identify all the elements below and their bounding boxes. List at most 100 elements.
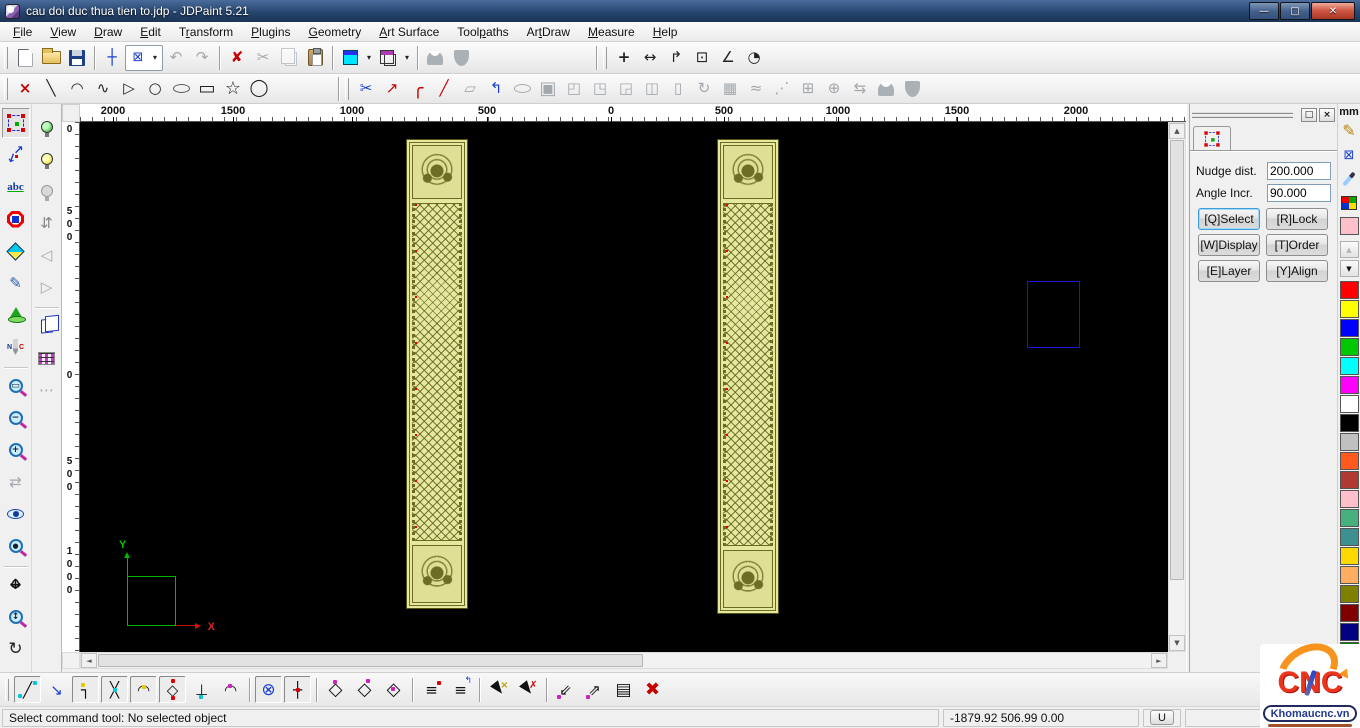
draw-arc-button[interactable]: ◠ bbox=[64, 76, 90, 102]
scroll-up-button[interactable]: ▲ bbox=[1169, 123, 1185, 139]
new-file-button[interactable] bbox=[12, 45, 38, 71]
curve-array-button[interactable]: ≈ bbox=[743, 76, 769, 102]
show-all-toggle[interactable] bbox=[33, 112, 61, 142]
measure-circle-button[interactable]: ◔ bbox=[741, 45, 767, 71]
snap-toolbar-grip[interactable] bbox=[5, 678, 9, 701]
panel-drag-grip[interactable] bbox=[1192, 112, 1293, 118]
hatch-display-button[interactable] bbox=[33, 343, 61, 373]
highlight-toggle[interactable] bbox=[33, 144, 61, 174]
save-file-button[interactable] bbox=[64, 45, 90, 71]
cursor-snap-button[interactable]: × bbox=[485, 676, 512, 703]
zoom-dynamic-tool[interactable]: ↕ bbox=[2, 602, 30, 632]
selection-dropdown-arrow[interactable]: ▾ bbox=[149, 46, 161, 70]
surface-shield-button[interactable] bbox=[448, 45, 474, 71]
shaded-view-dropdown[interactable]: ▾ bbox=[363, 46, 375, 70]
color-swatch[interactable] bbox=[1339, 471, 1359, 489]
redraw-tool[interactable]: ⇄ bbox=[2, 467, 30, 497]
copy-rotate-button[interactable]: ◳ bbox=[587, 76, 613, 102]
snap-tangent-button[interactable]: ◠ bbox=[217, 676, 244, 703]
draw-point-button[interactable]: × bbox=[12, 76, 38, 102]
unit-button[interactable]: U bbox=[1150, 710, 1174, 725]
next-view-button[interactable]: ▷ bbox=[33, 272, 61, 302]
menu-help[interactable]: Help bbox=[644, 23, 687, 41]
menu-view[interactable]: View bbox=[41, 23, 85, 41]
blue-rectangle-object[interactable] bbox=[1027, 281, 1080, 348]
angle-increment-input[interactable] bbox=[1267, 184, 1331, 202]
color-swatch[interactable] bbox=[1339, 547, 1359, 565]
selection-mode-combo[interactable]: ⊠ ▾ bbox=[125, 44, 163, 71]
draw-spline-button[interactable]: ∿ bbox=[90, 76, 116, 102]
zoom-in-tool[interactable]: + bbox=[2, 435, 30, 465]
swap-visibility-button[interactable]: ⇵ bbox=[33, 208, 61, 238]
layers-button[interactable] bbox=[33, 311, 61, 341]
relief-dome-button[interactable] bbox=[873, 76, 899, 102]
mirror-button[interactable]: ◫ bbox=[639, 76, 665, 102]
view-all-tool[interactable] bbox=[2, 499, 30, 529]
menu-plugins[interactable]: Plugins bbox=[242, 23, 299, 41]
ring-button[interactable] bbox=[509, 76, 535, 102]
copy-offset-button[interactable]: ◲ bbox=[613, 76, 639, 102]
menu-draw[interactable]: Draw bbox=[85, 23, 131, 41]
palette-tool[interactable] bbox=[1338, 191, 1360, 215]
open-file-button[interactable] bbox=[38, 45, 64, 71]
color-swatch[interactable] bbox=[1339, 319, 1359, 337]
draw-ellipse-button[interactable] bbox=[168, 76, 194, 102]
nudge-distance-input[interactable] bbox=[1267, 162, 1331, 180]
vertical-scrollbar[interactable]: ▲ ▼ bbox=[1168, 122, 1186, 652]
menu-toolpaths[interactable]: Toolpaths bbox=[448, 23, 517, 41]
snap-grid-button[interactable]: ⊗ bbox=[255, 676, 282, 703]
trim-button[interactable]: ✂ bbox=[353, 76, 379, 102]
snap-arc-button[interactable]: ◠ bbox=[130, 676, 157, 703]
path-array-button[interactable]: ⋰ bbox=[769, 76, 795, 102]
distribute-button[interactable]: ⊕ bbox=[821, 76, 847, 102]
couplet-relief-left[interactable] bbox=[406, 139, 468, 609]
scroll-down-button[interactable]: ▼ bbox=[1169, 635, 1185, 651]
redo-button[interactable]: ↷ bbox=[189, 45, 215, 71]
palette-scroll-down[interactable]: ▼ bbox=[1339, 260, 1359, 277]
text-tool[interactable]: abc bbox=[2, 172, 30, 202]
scroll-left-button[interactable]: ◄ bbox=[81, 653, 97, 668]
snap-face-mid-button[interactable]: ◇ bbox=[380, 676, 407, 703]
color-swatch[interactable] bbox=[1339, 585, 1359, 603]
wireframe-view-button[interactable] bbox=[375, 45, 401, 71]
color-swatch[interactable] bbox=[1339, 528, 1359, 546]
menu-measure[interactable]: Measure bbox=[579, 23, 644, 41]
draw-rectangle-button[interactable]: ▭ bbox=[194, 76, 220, 102]
object-tree-button[interactable]: ⋯ bbox=[33, 375, 61, 405]
menu-art-surface[interactable]: Art Surface bbox=[370, 23, 448, 41]
relief-shield-button[interactable] bbox=[899, 76, 925, 102]
menu-geometry[interactable]: Geometry bbox=[300, 23, 371, 41]
order-button[interactable]: [T]Order bbox=[1266, 234, 1328, 256]
undo-button[interactable]: ↶ bbox=[163, 45, 189, 71]
measure-angle-button[interactable]: ∠ bbox=[715, 45, 741, 71]
minimize-button[interactable]: — bbox=[1249, 2, 1279, 20]
color-swatch[interactable] bbox=[1339, 509, 1359, 527]
horizontal-scroll-thumb[interactable] bbox=[98, 654, 643, 667]
concentric-button[interactable]: ▣ bbox=[535, 76, 561, 102]
color-swatch[interactable] bbox=[1339, 281, 1359, 299]
origin-crosshair-button[interactable]: ┼ bbox=[99, 45, 125, 71]
layer-button[interactable]: [E]Layer bbox=[1198, 260, 1260, 282]
pick-visibility-toggle[interactable] bbox=[33, 176, 61, 206]
snap-point-line-button[interactable]: ⇗ bbox=[581, 676, 608, 703]
color-swatch[interactable] bbox=[1339, 490, 1359, 508]
align-button[interactable]: ⊞ bbox=[795, 76, 821, 102]
drill-tool[interactable]: NC bbox=[2, 332, 30, 362]
refresh-tool[interactable]: ↻ bbox=[2, 634, 30, 664]
snap-list-button[interactable]: ▤ bbox=[610, 676, 637, 703]
panel-header[interactable]: □ × bbox=[1192, 107, 1335, 123]
cut-button[interactable]: ✂ bbox=[250, 45, 276, 71]
draw-circle-button[interactable]: ○ bbox=[142, 76, 168, 102]
zoom-window-tool[interactable]: ▭ bbox=[2, 371, 30, 401]
measure-toolbar-grip[interactable] bbox=[603, 46, 607, 69]
color-swatch[interactable] bbox=[1339, 433, 1359, 451]
snap-endpoint-button[interactable]: ╱ bbox=[14, 676, 41, 703]
snap-face-center-button[interactable]: ◇ bbox=[322, 676, 349, 703]
display-button[interactable]: [W]Display bbox=[1198, 234, 1260, 256]
fillet-button[interactable]: ╭ bbox=[405, 76, 431, 102]
current-color-swatch[interactable] bbox=[1339, 217, 1359, 235]
offset-button[interactable]: ▱ bbox=[457, 76, 483, 102]
cursor-clear-button[interactable]: ✗ bbox=[514, 676, 541, 703]
pan-tool[interactable]: ↔ ↕ bbox=[2, 570, 30, 600]
couplet-relief-right[interactable] bbox=[717, 139, 779, 614]
